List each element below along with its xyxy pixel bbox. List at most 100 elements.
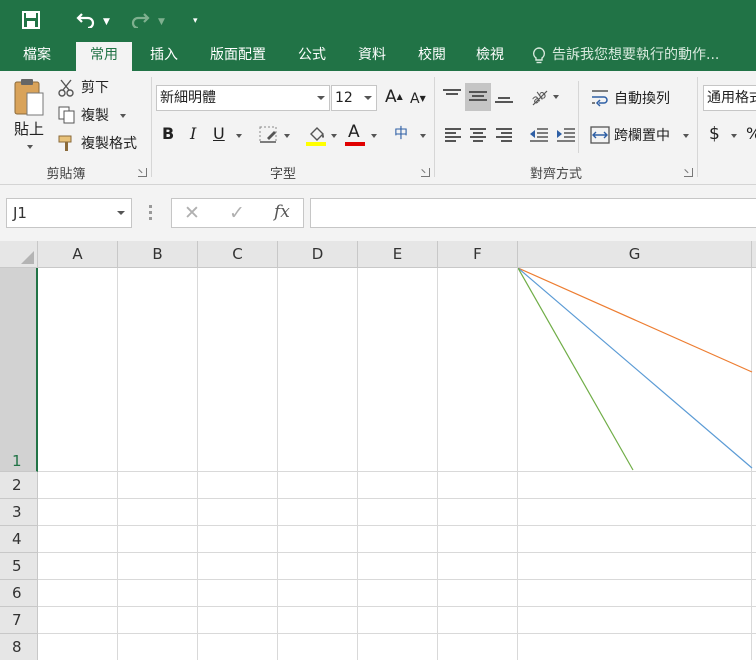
select-all-button[interactable] [0, 241, 38, 268]
row-header-6[interactable]: 6 [0, 580, 38, 607]
column-header-h[interactable] [752, 241, 756, 268]
number-format-combo[interactable]: 通用格式 [703, 85, 756, 111]
chevron-down-icon[interactable] [364, 96, 372, 100]
tell-me-box[interactable]: 告訴我您想要執行的動作... [532, 40, 719, 71]
worksheet-grid[interactable]: A B C D E F G 1 2 3 4 5 6 7 8 [0, 241, 756, 660]
drawn-lines[interactable] [518, 268, 756, 472]
phonetic-button[interactable]: 中 [394, 124, 408, 144]
chevron-down-icon[interactable] [117, 211, 125, 215]
formula-input[interactable] [310, 198, 756, 228]
formula-bar: J1 ✕ ✓ fx [0, 185, 756, 241]
merge-center-button[interactable]: 跨欄置中 [614, 126, 670, 146]
increase-indent-icon[interactable] [556, 127, 576, 143]
wrap-text-button[interactable]: 自動換列 [614, 89, 670, 109]
currency-button[interactable]: $ [709, 124, 720, 144]
alignment-launcher-icon[interactable] [684, 168, 693, 177]
bold-button[interactable]: B [162, 124, 174, 144]
group-separator [578, 81, 579, 153]
column-header-f[interactable]: F [438, 241, 518, 268]
tab-view[interactable]: 檢視 [466, 40, 514, 71]
font-launcher-icon[interactable] [421, 168, 430, 177]
cancel-icon[interactable]: ✕ [184, 202, 200, 224]
percent-button[interactable]: % [746, 124, 756, 144]
clipboard-group-label: 剪貼簿 [46, 167, 86, 182]
font-name-combo[interactable]: 新細明體 [156, 85, 330, 111]
tab-file[interactable]: 檔案 [12, 40, 62, 71]
underline-button[interactable]: U [213, 124, 225, 144]
decrease-font-button[interactable]: A▼ [410, 89, 426, 109]
tab-formulas[interactable]: 公式 [288, 40, 336, 71]
copy-dropdown-icon[interactable] [120, 114, 126, 118]
insert-function-icon[interactable]: fx [274, 202, 290, 222]
green-line[interactable] [518, 268, 634, 471]
row-header-1[interactable]: 1 [0, 268, 38, 472]
row-header-3[interactable]: 3 [0, 499, 38, 526]
tab-home[interactable]: 常用 [76, 42, 132, 71]
save-icon[interactable] [22, 11, 40, 29]
orange-line[interactable] [518, 268, 753, 373]
copy-button[interactable]: 複製 [81, 106, 109, 126]
grow-font-glyph: A [385, 87, 397, 107]
row-header-7[interactable]: 7 [0, 607, 38, 634]
align-bottom-icon[interactable] [495, 93, 513, 107]
fill-color-dropdown-icon[interactable] [331, 134, 337, 138]
clipboard-launcher-icon[interactable] [138, 168, 147, 177]
undo-icon[interactable] [76, 10, 96, 28]
chevron-down-icon[interactable] [317, 96, 325, 100]
font-color-bar [345, 142, 365, 146]
row-header-8[interactable]: 8 [0, 634, 38, 660]
customize-qat-icon[interactable]: ▾ [193, 10, 198, 32]
lightbulb-icon [532, 47, 546, 64]
underline-dropdown-icon[interactable] [236, 134, 242, 138]
font-size-combo[interactable]: 12 [331, 85, 377, 111]
row-header-2[interactable]: 2 [0, 472, 38, 499]
font-color-dropdown-icon[interactable] [371, 134, 377, 138]
tab-review[interactable]: 校閱 [408, 40, 456, 71]
column-header-g[interactable]: G [518, 241, 752, 268]
align-top-icon[interactable] [443, 89, 461, 103]
align-center-icon[interactable] [470, 128, 488, 142]
enter-icon[interactable]: ✓ [229, 202, 245, 224]
undo-dropdown-icon[interactable]: ▼ [103, 11, 110, 33]
align-right-icon[interactable] [496, 128, 514, 142]
format-painter-button[interactable]: 複製格式 [81, 134, 137, 154]
cut-button[interactable]: 剪下 [81, 78, 109, 98]
borders-dropdown-icon[interactable] [284, 134, 290, 138]
orientation-dropdown-icon[interactable] [553, 95, 559, 99]
font-color-button[interactable]: A [348, 122, 360, 142]
decrease-indent-icon[interactable] [529, 127, 549, 143]
paste-dropdown-icon[interactable] [27, 145, 33, 149]
merge-dropdown-icon[interactable] [683, 134, 689, 138]
gridline [38, 579, 756, 580]
italic-button[interactable]: I [190, 124, 196, 144]
blue-line[interactable] [518, 268, 753, 469]
paste-icon[interactable] [12, 77, 46, 119]
column-header-b[interactable]: B [118, 241, 198, 268]
formula-bar-grip-icon[interactable] [149, 205, 152, 221]
column-header-e[interactable]: E [358, 241, 438, 268]
align-left-icon[interactable] [445, 128, 463, 142]
currency-dropdown-icon[interactable] [731, 134, 737, 138]
row-header-5[interactable]: 5 [0, 553, 38, 580]
column-header-a[interactable]: A [38, 241, 118, 268]
tab-page-layout[interactable]: 版面配置 [200, 40, 276, 71]
redo-icon [131, 13, 150, 28]
increase-font-button[interactable]: A▲ [385, 87, 403, 107]
tab-data[interactable]: 資料 [348, 40, 396, 71]
column-header-d[interactable]: D [278, 241, 358, 268]
orientation-icon[interactable]: ab [529, 87, 551, 107]
wrap-text-icon [592, 90, 608, 107]
font-group-label: 字型 [269, 167, 296, 182]
borders-icon[interactable] [259, 126, 279, 144]
row-header-4[interactable]: 4 [0, 526, 38, 553]
gridline [38, 498, 756, 499]
gridline [38, 552, 756, 553]
paste-button[interactable]: 貼上 [14, 119, 44, 139]
phonetic-dropdown-icon[interactable] [420, 134, 426, 138]
name-box[interactable]: J1 [6, 198, 132, 228]
column-header-c[interactable]: C [198, 241, 278, 268]
gridline [357, 268, 358, 660]
tab-insert[interactable]: 插入 [138, 40, 190, 71]
title-bar: ▼ ▼ ▾ [0, 0, 756, 40]
format-painter-icon [58, 135, 72, 151]
